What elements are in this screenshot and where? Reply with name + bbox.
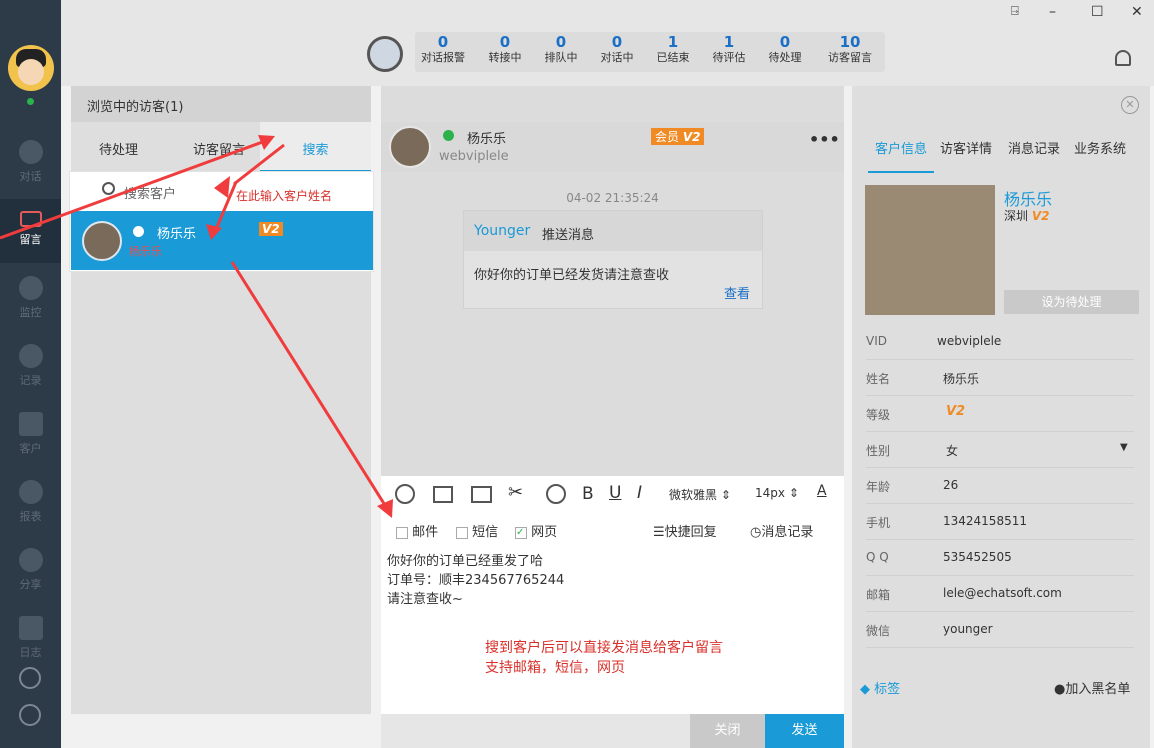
annotation-arrows: [0, 135, 393, 518]
